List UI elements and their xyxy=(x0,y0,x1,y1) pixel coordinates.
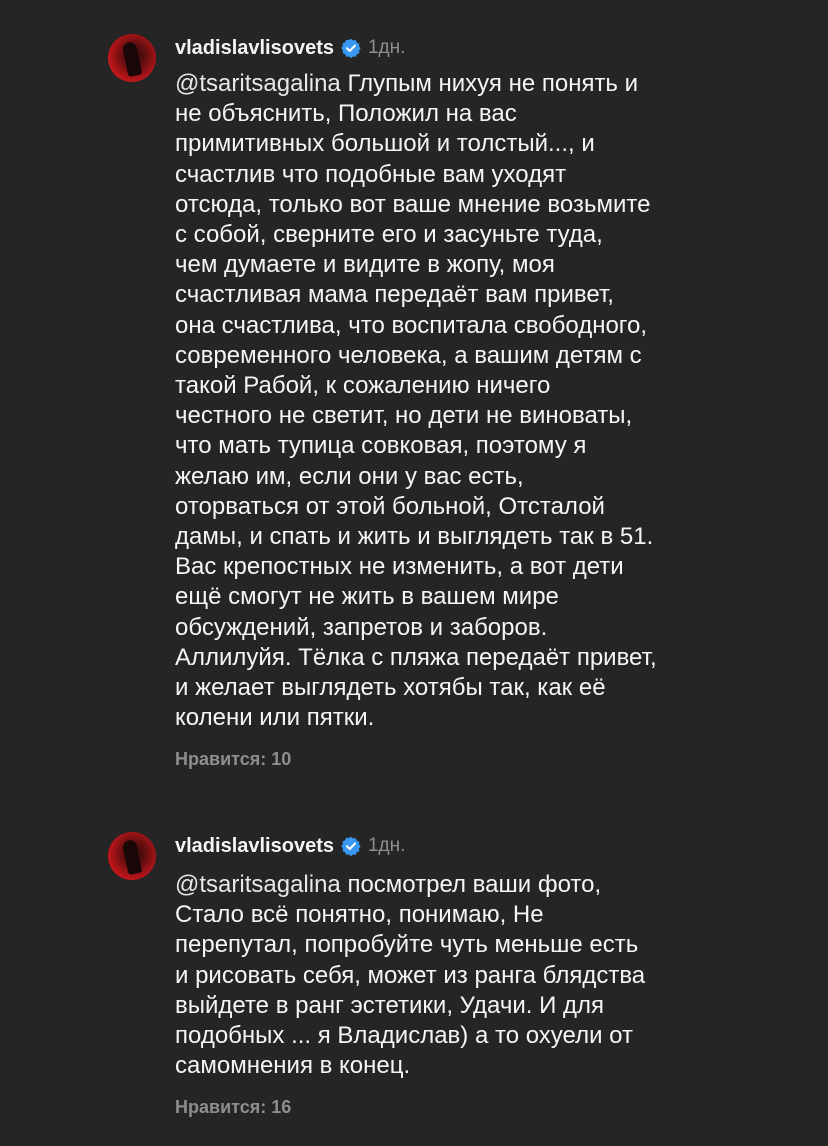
username[interactable]: vladislavlisovets xyxy=(175,835,334,858)
comment-body: посмотрел ваши фото, Стало всё понятно, … xyxy=(175,871,646,1080)
likes-count[interactable]: Нравится: 16 xyxy=(175,1097,291,1118)
verified-badge-icon xyxy=(341,836,361,856)
mention-link[interactable]: @tsaritsagalina xyxy=(175,871,341,898)
avatar-figure xyxy=(121,838,143,876)
comment-text: @tsaritsagalina посмотрел ваши фото, Ста… xyxy=(175,870,735,1081)
timestamp: 1дн. xyxy=(367,835,406,856)
avatar[interactable] xyxy=(108,832,156,880)
comment-2: vladislavlisovets 1дн. @tsaritsagalina п… xyxy=(0,0,828,1146)
comment-header: vladislavlisovets 1дн. xyxy=(175,831,405,861)
